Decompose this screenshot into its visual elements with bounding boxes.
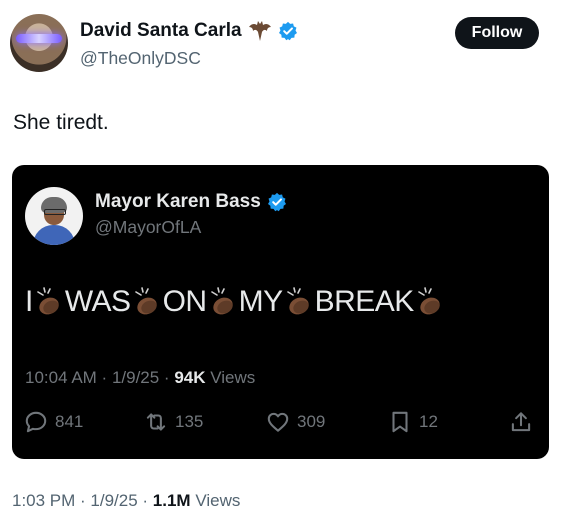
quoted-name-row: Mayor Karen Bass: [95, 191, 287, 213]
quoted-word: WAS: [64, 285, 131, 318]
bookmark-count: 12: [419, 412, 438, 431]
quoted-word: I: [25, 285, 33, 318]
repost-button[interactable]: 135: [143, 409, 203, 435]
author-display-name[interactable]: David Santa Carla: [80, 20, 242, 42]
author-name-row: David Santa Carla: [80, 20, 298, 42]
quoted-author-avatar[interactable]: [25, 187, 83, 245]
bookmark-button[interactable]: 12: [387, 409, 438, 435]
tweet-views-count: 1.1M: [152, 491, 191, 510]
quoted-time[interactable]: 10:04 AM: [25, 368, 97, 387]
avatar-glasses: [44, 209, 66, 215]
avatar-body: [33, 225, 75, 245]
quoted-word: MY: [238, 285, 284, 318]
verified-badge-icon: [267, 192, 286, 212]
repost-count: 135: [175, 412, 204, 431]
verified-badge-icon: [278, 21, 297, 41]
like-count: 309: [297, 412, 326, 431]
avatar-glasses-glow: [16, 34, 62, 43]
author-avatar[interactable]: [10, 14, 68, 72]
author-handle[interactable]: @TheOnlyDSC: [80, 48, 201, 69]
tweet-meta: 1:03 PM · 1/9/25 · 1.1M Views: [12, 491, 241, 510]
quoted-date[interactable]: 1/9/25: [112, 368, 159, 387]
tweet-date[interactable]: 1/9/25: [90, 491, 137, 510]
reply-icon: [25, 411, 47, 433]
bookmark-icon: [392, 411, 408, 433]
quoted-tweet-meta: 10:04 AM · 1/9/25 · 94K Views: [25, 368, 256, 387]
tweet-views-label: Views: [195, 491, 241, 510]
bat-icon: [248, 21, 271, 41]
quoted-word: BREAK: [314, 285, 415, 318]
clapping-hands-icon: [134, 287, 157, 315]
quoted-word: ON: [162, 285, 208, 318]
like-button[interactable]: 309: [265, 409, 325, 435]
quoted-display-name[interactable]: Mayor Karen Bass: [95, 191, 261, 213]
reply-button[interactable]: 841: [23, 409, 83, 435]
heart-icon: [267, 412, 289, 432]
quoted-views-count: 94K: [174, 368, 206, 387]
clapping-hands-icon: [286, 287, 309, 315]
clapping-hands-icon: [37, 287, 59, 315]
repost-icon: [146, 413, 166, 431]
clapping-hands-icon: [417, 287, 440, 315]
follow-button[interactable]: Follow: [455, 17, 539, 49]
action-bar: 841 135 309 12: [12, 409, 549, 443]
quoted-handle[interactable]: @MayorOfLA: [95, 217, 201, 238]
quoted-tweet-text: I WAS ON MY BREAK: [25, 285, 446, 319]
tweet-text: She tiredt.: [13, 111, 109, 134]
clapping-hands-icon: [210, 287, 233, 315]
quoted-tweet-card[interactable]: Mayor Karen Bass @MayorOfLA I WAS ON MY: [12, 165, 549, 459]
quoted-views-label: Views: [210, 368, 256, 387]
share-icon: [511, 412, 531, 432]
tweet-time[interactable]: 1:03 PM: [12, 491, 75, 510]
reply-count: 841: [55, 412, 84, 431]
share-button[interactable]: [508, 409, 534, 435]
